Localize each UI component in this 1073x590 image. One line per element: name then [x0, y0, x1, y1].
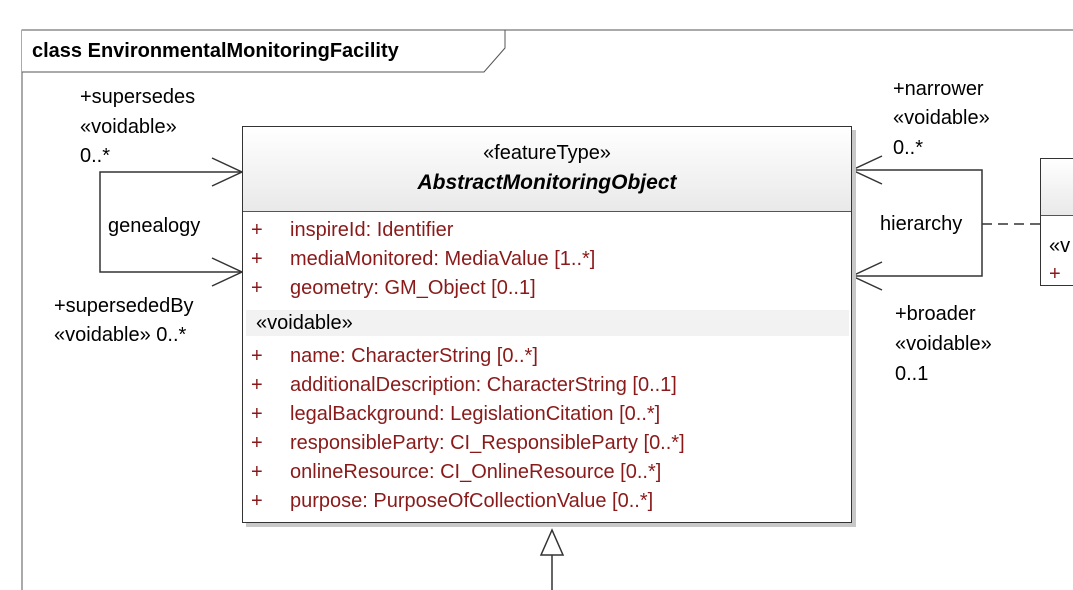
attribute-row: + onlineResource: CI_OnlineResource [0..…	[243, 458, 851, 486]
package-title: class EnvironmentalMonitoringFacility	[32, 40, 399, 62]
attribute-text: responsibleParty: CI_ResponsibleParty [0…	[290, 432, 685, 454]
visibility-marker: +	[251, 345, 263, 367]
visibility-marker: +	[251, 403, 263, 425]
visibility-marker: +	[251, 490, 263, 512]
visibility-marker: +	[251, 219, 263, 241]
attribute-text: inspireId: Identifier	[290, 219, 454, 241]
visibility-marker: +	[251, 374, 263, 396]
supersedes-multiplicity: 0..*	[80, 145, 111, 167]
attribute-row: + name: CharacterString [0..*]	[243, 342, 851, 370]
attribute-row: + purpose: PurposeOfCollectionValue [0..…	[243, 487, 851, 515]
voidable-section-header: «voidable»	[246, 310, 849, 336]
broader-stereotype: «voidable»	[895, 333, 992, 355]
voidable-label: «voidable»	[256, 312, 353, 334]
broader-role: +broader	[895, 303, 976, 325]
class-stereotype: «featureType»	[483, 142, 611, 164]
visibility-marker: +	[251, 461, 263, 483]
association-class-partial[interactable]: «v +	[1040, 158, 1073, 286]
attribute-row: + inspireId: Identifier	[243, 216, 851, 244]
narrower-stereotype: «voidable»	[893, 107, 990, 129]
attribute-row: + responsibleParty: CI_ResponsibleParty …	[243, 429, 851, 457]
supersedes-stereotype: «voidable»	[80, 116, 177, 138]
association-class-stereotype: «v	[1049, 235, 1071, 257]
attribute-text: legalBackground: LegislationCitation [0.…	[290, 403, 661, 425]
attribute-text: purpose: PurposeOfCollectionValue [0..*]	[290, 490, 654, 512]
superseded-by-role: +supersededBy	[54, 295, 194, 317]
narrower-role: +narrower	[893, 78, 984, 100]
attribute-text: geometry: GM_Object [0..1]	[290, 277, 536, 299]
superseded-by-stereotype-multiplicity: «voidable» 0..*	[54, 324, 187, 346]
attribute-row: + geometry: GM_Object [0..1]	[243, 274, 851, 302]
attribute-row: + additionalDescription: CharacterString…	[243, 371, 851, 399]
class-name: AbstractMonitoringObject	[417, 171, 677, 194]
visibility-marker: +	[251, 248, 263, 270]
generalization-arrowhead	[539, 528, 565, 556]
attribute-text: onlineResource: CI_OnlineResource [0..*]	[290, 461, 662, 483]
hierarchy-label: hierarchy	[880, 213, 963, 236]
genealogy-label: genealogy	[108, 215, 201, 237]
association-class-visibility: +	[1049, 263, 1061, 285]
attribute-text: additionalDescription: CharacterString […	[290, 374, 677, 396]
supersedes-role: +supersedes	[80, 86, 196, 108]
attribute-row: + legalBackground: LegislationCitation […	[243, 400, 851, 428]
attribute-text: name: CharacterString [0..*]	[290, 345, 538, 367]
visibility-marker: +	[251, 277, 263, 299]
broader-multiplicity: 0..1	[895, 363, 929, 385]
attribute-row: + mediaMonitored: MediaValue [1..*]	[243, 245, 851, 273]
narrower-multiplicity: 0..*	[893, 137, 924, 159]
abstract-monitoring-object-class[interactable]: «featureType» AbstractMonitoringObject +…	[242, 126, 852, 523]
association-class-header	[1041, 159, 1073, 216]
attribute-text: mediaMonitored: MediaValue [1..*]	[290, 248, 596, 270]
class-header: «featureType» AbstractMonitoringObject	[243, 127, 851, 212]
visibility-marker: +	[251, 432, 263, 454]
